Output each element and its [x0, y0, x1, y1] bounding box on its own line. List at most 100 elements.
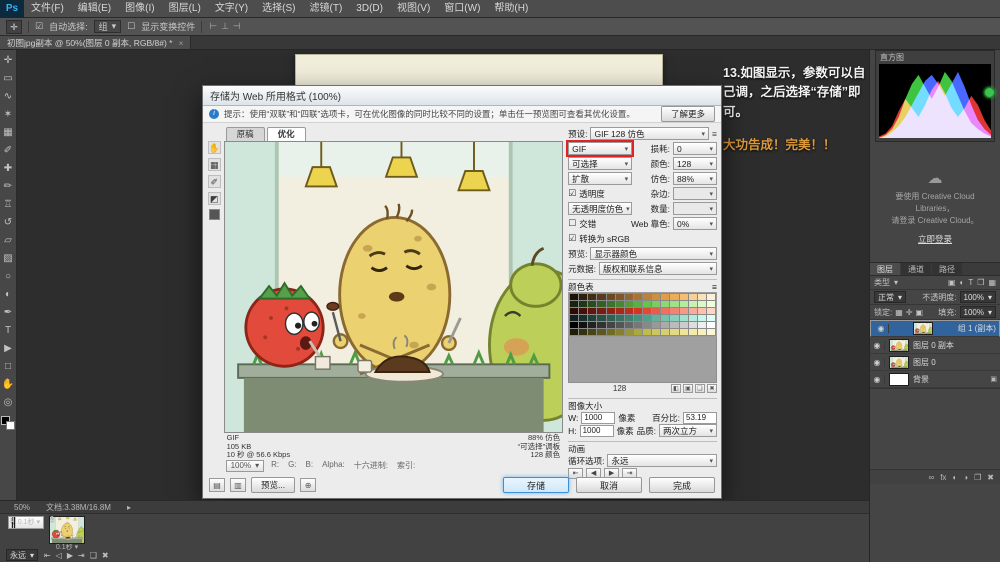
lock-toggle-icon[interactable]: ▣	[916, 308, 924, 317]
quality-select[interactable]: 两次立方▾	[659, 424, 717, 437]
visibility-eye-icon[interactable]: ◉	[870, 358, 885, 367]
add-color-button[interactable]: ❑	[695, 384, 705, 393]
tool-dodge-tool[interactable]: ◐	[0, 286, 16, 304]
document-tab[interactable]: 初图jpg副本 @ 50%(图层 0 副本, RGB/8#) * ×	[0, 36, 191, 49]
color-swatch[interactable]	[698, 294, 706, 300]
color-swatch[interactable]	[680, 329, 688, 335]
histogram-refresh-dot[interactable]	[984, 87, 995, 98]
color-swatch[interactable]	[588, 294, 596, 300]
srgb-checkbox[interactable]: ☑	[568, 233, 576, 244]
color-swatch[interactable]	[597, 301, 605, 307]
frame-delay-select[interactable]: 0.1秒 ▾	[18, 519, 40, 527]
height-input[interactable]: 1000	[580, 425, 614, 437]
tool-lasso-tool[interactable]: ∿	[0, 88, 16, 106]
animation-frame[interactable]: 20.1秒 ▾	[49, 516, 85, 552]
color-swatch[interactable]	[707, 329, 715, 335]
tool-path-select-tool[interactable]: ▶	[0, 340, 16, 358]
menu-item[interactable]: 帮助(H)	[487, 0, 535, 18]
color-swatch[interactable]	[698, 329, 706, 335]
layer-row[interactable]: ◉组 1 (副本)	[870, 320, 1000, 337]
filter-icon[interactable]: T	[968, 278, 973, 287]
menu-item[interactable]: 视图(V)	[390, 0, 437, 18]
tool-zoom-tool[interactable]: ◎	[0, 394, 16, 412]
color-swatch[interactable]	[625, 308, 633, 314]
tool-shape-tool[interactable]: □	[0, 358, 16, 376]
color-swatch[interactable]	[625, 301, 633, 307]
color-swatch[interactable]	[616, 301, 624, 307]
menu-item[interactable]: 编辑(E)	[71, 0, 118, 18]
color-swatch[interactable]	[652, 301, 660, 307]
color-swatch[interactable]	[588, 322, 596, 328]
color-swatch[interactable]	[643, 308, 651, 314]
filter-icon[interactable]: ❐	[977, 278, 984, 287]
tool-eraser-tool[interactable]: ▱	[0, 232, 16, 250]
color-swatch[interactable]	[670, 308, 678, 314]
tool-marquee-tool[interactable]: ▭	[0, 70, 16, 88]
color-swatch[interactable]	[652, 294, 660, 300]
color-swatch[interactable]	[661, 329, 669, 335]
color-swatch[interactable]	[670, 294, 678, 300]
color-swatch[interactable]	[707, 315, 715, 321]
color-swatch[interactable]	[652, 329, 660, 335]
color-swatch[interactable]	[670, 322, 678, 328]
visibility-eye-icon[interactable]: ◉	[874, 324, 889, 333]
background-color[interactable]	[6, 421, 15, 430]
delete-color-button[interactable]: ✖	[707, 384, 717, 393]
dialog-titlebar[interactable]: 存储为 Web 所用格式 (100%)	[203, 86, 721, 106]
color-swatch[interactable]	[689, 315, 697, 321]
tab-original[interactable]: 原稿	[226, 127, 265, 141]
color-swatch[interactable]	[597, 294, 605, 300]
color-swatch[interactable]	[661, 308, 669, 314]
color-swatch[interactable]	[680, 322, 688, 328]
show-transform-checkbox[interactable]: ☐	[127, 21, 135, 32]
layers-footer-icon[interactable]: fx	[940, 473, 946, 482]
color-swatch[interactable]	[634, 315, 642, 321]
panel-menu-icon[interactable]: ≡	[712, 282, 717, 292]
menu-item[interactable]: 图层(L)	[162, 0, 208, 18]
color-swatch[interactable]	[579, 308, 587, 314]
color-swatch[interactable]	[707, 322, 715, 328]
color-swatch[interactable]	[698, 308, 706, 314]
color-swatch[interactable]	[616, 315, 624, 321]
color-swatch[interactable]	[643, 322, 651, 328]
layers-footer-icon[interactable]: ◐	[952, 473, 957, 482]
color-swatch[interactable]	[634, 329, 642, 335]
menu-item[interactable]: 文字(Y)	[208, 0, 255, 18]
color-swatch[interactable]	[689, 294, 697, 300]
tool-crop-tool[interactable]: ▦	[0, 124, 16, 142]
menu-item[interactable]: 3D(D)	[349, 0, 390, 18]
matte-select[interactable]: ▾	[673, 187, 717, 200]
color-swatch[interactable]	[670, 329, 678, 335]
color-swatch[interactable]	[588, 301, 596, 307]
websafe-shift-button[interactable]: ◧	[671, 384, 681, 393]
lossy-select[interactable]: 0▾	[673, 142, 717, 155]
color-swatch[interactable]	[643, 294, 651, 300]
visibility-eye-icon[interactable]: ◉	[870, 375, 885, 384]
menu-item[interactable]: 滤镜(T)	[303, 0, 350, 18]
status-arrow-icon[interactable]: ▸	[127, 503, 131, 512]
tool-pen-tool[interactable]: ✒	[0, 304, 16, 322]
color-swatch[interactable]	[643, 315, 651, 321]
timeline-control-button[interactable]: ⇥	[78, 551, 85, 560]
menu-item[interactable]: 图像(I)	[118, 0, 161, 18]
close-icon[interactable]: ×	[178, 38, 183, 48]
tool-move-tool[interactable]: ✛	[0, 52, 16, 70]
color-swatch[interactable]	[707, 294, 715, 300]
timeline-control-button[interactable]: ✖	[102, 551, 109, 560]
tab-optimized[interactable]: 优化	[267, 127, 306, 141]
tool-magic-wand-tool[interactable]: ✶	[0, 106, 16, 124]
dither-select[interactable]: 88%▾	[673, 172, 717, 185]
tool-type-tool[interactable]: T	[0, 322, 16, 340]
filter-icon[interactable]: ▣	[948, 278, 956, 287]
eyedropper-tool[interactable]: ✐	[208, 175, 221, 188]
zoom-select[interactable]: 100%▾	[226, 460, 264, 472]
color-swatch[interactable]	[643, 329, 651, 335]
hand-tool[interactable]: ✋	[208, 141, 221, 154]
color-swatch[interactable]	[607, 308, 615, 314]
tool-gradient-tool[interactable]: ▨	[0, 250, 16, 268]
panel-menu-icon[interactable]: ≡	[712, 129, 717, 139]
layer-row[interactable]: ◉背景▣	[870, 371, 1000, 388]
preset-select[interactable]: GIF 128 仿色▾	[590, 127, 709, 140]
tool-eyedropper-tool[interactable]: ✐	[0, 142, 16, 160]
color-swatch[interactable]	[607, 329, 615, 335]
